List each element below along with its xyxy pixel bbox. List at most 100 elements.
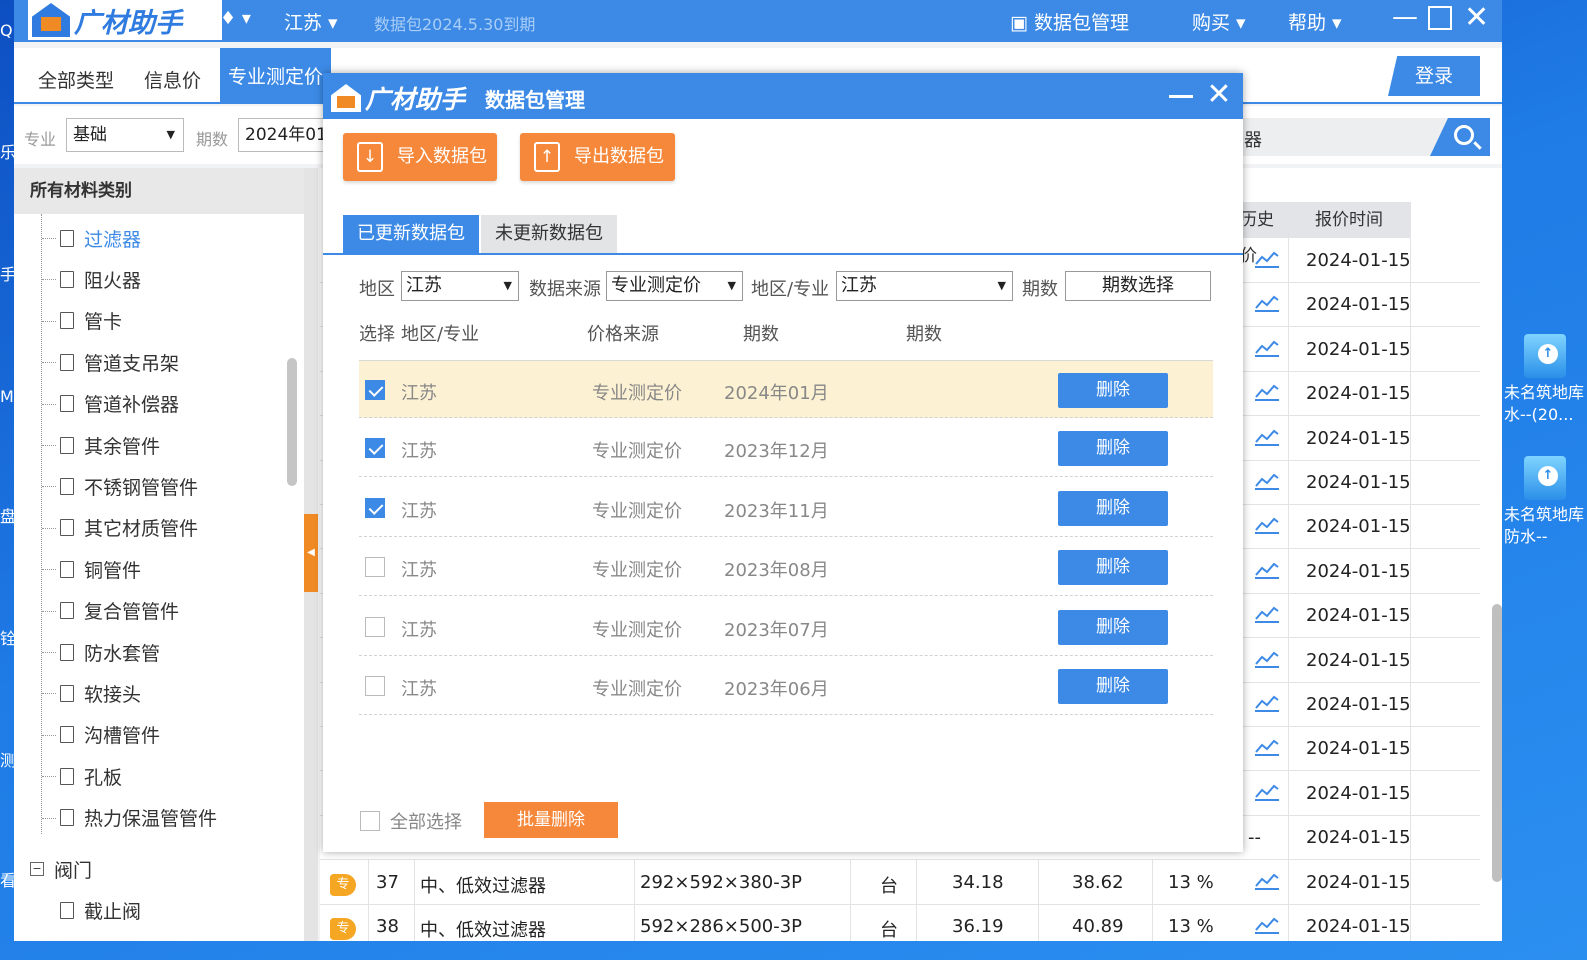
region-select[interactable]: 江苏 ▼ xyxy=(401,271,519,301)
help-menu[interactable]: 帮助 ▾ xyxy=(1288,8,1342,35)
period-select-button[interactable]: 期数选择 xyxy=(1065,271,1211,301)
category-item[interactable]: 过滤器 xyxy=(42,218,141,258)
datapack-row: 江苏 专业测定价 2023年06月 删除 xyxy=(359,657,1213,715)
category-group-valves[interactable]: − 阀门 xyxy=(30,849,92,889)
desktop-shortcut[interactable]: ↑ 未名筑地库 水--(20... xyxy=(1504,334,1584,426)
trend-chart-icon[interactable] xyxy=(1254,650,1280,668)
desktop-edge-text: 铨 xyxy=(0,630,14,648)
trend-chart-icon[interactable] xyxy=(1254,294,1280,313)
col-region-major: 地区/专业 xyxy=(401,324,480,345)
row-checkbox[interactable] xyxy=(365,676,385,696)
row-checkbox[interactable] xyxy=(365,380,385,400)
minimize-icon[interactable]: — xyxy=(1392,2,1418,32)
dialog-close-icon[interactable]: ✕ xyxy=(1205,80,1233,110)
trend-chart-icon[interactable] xyxy=(1254,872,1280,890)
category-item[interactable]: 热力保温管管件 xyxy=(42,798,217,838)
delete-button[interactable]: 删除 xyxy=(1058,490,1168,526)
tab-updated-packs[interactable]: 已更新数据包 xyxy=(343,215,479,253)
trend-chart-icon[interactable] xyxy=(1254,339,1280,357)
maximize-icon[interactable] xyxy=(1428,6,1452,30)
category-item[interactable]: 管道支吊架 xyxy=(42,342,179,382)
sidebar-scrollbar[interactable] xyxy=(287,358,297,486)
export-datapack-button[interactable]: ↑ 导出数据包 xyxy=(520,133,675,181)
tab-not-updated-packs[interactable]: 未更新数据包 xyxy=(481,215,617,253)
category-item[interactable]: 管卡 xyxy=(42,301,122,341)
quote-time-cell: 2024-01-15 xyxy=(1306,427,1411,449)
dialog-minimize-icon[interactable] xyxy=(1169,95,1193,98)
row-checkbox[interactable] xyxy=(365,616,385,637)
category-item[interactable]: 阻火器 xyxy=(42,259,141,299)
category-item[interactable]: 沟槽管件 xyxy=(42,715,160,755)
desktop-edge-text: 乐 xyxy=(0,144,14,162)
delete-button[interactable]: 删除 xyxy=(1058,609,1168,645)
batch-delete-button[interactable]: 批量删除 xyxy=(484,802,618,838)
row-checkbox[interactable] xyxy=(365,438,385,459)
grid-scrollbar[interactable] xyxy=(1492,604,1502,882)
trend-chart-icon[interactable] xyxy=(1254,605,1280,624)
datapack-manage-menu[interactable]: ▣ 数据包管理 xyxy=(1010,8,1129,35)
search-input[interactable]: 器 xyxy=(1240,118,1450,156)
trend-chart-icon[interactable] xyxy=(1254,694,1280,712)
close-icon[interactable]: ✕ xyxy=(1464,0,1489,35)
row-checkbox[interactable] xyxy=(365,497,385,518)
category-item[interactable]: 铜管件 xyxy=(42,549,141,589)
delete-button[interactable]: 删除 xyxy=(1058,373,1168,408)
row-period: 2023年12月 xyxy=(724,441,829,463)
trend-chart-icon[interactable] xyxy=(1254,472,1280,490)
document-icon xyxy=(60,519,74,537)
tab-professional-price[interactable]: 专业测定价 xyxy=(220,48,332,104)
row-source: 专业测定价 xyxy=(592,679,682,700)
trend-chart-icon[interactable] xyxy=(1254,428,1280,446)
quote-time-cell: 2024-01-15 xyxy=(1306,338,1411,360)
category-item[interactable]: 不锈钢管管件 xyxy=(42,466,198,506)
major-select[interactable]: 基础 ▼ xyxy=(66,118,184,152)
region-major-select[interactable]: 江苏 ▼ xyxy=(836,271,1013,301)
row-period: 2023年11月 xyxy=(724,500,829,522)
category-item[interactable]: 孔板 xyxy=(42,756,122,796)
datapack-row: 江苏 专业测定价 2024年01月 删除 xyxy=(359,360,1213,418)
import-datapack-button[interactable]: ↓ 导入数据包 xyxy=(343,133,497,181)
row-period: 2023年06月 xyxy=(724,679,829,700)
category-item[interactable]: 复合管管件 xyxy=(42,591,179,631)
trend-chart-icon[interactable] xyxy=(1254,516,1280,535)
collapse-sidebar-button[interactable]: ◀ xyxy=(304,514,318,592)
col-period-2: 期数 xyxy=(906,324,942,345)
category-item[interactable]: 其余管件 xyxy=(42,425,160,465)
category-item[interactable]: 闸阀 xyxy=(60,932,122,941)
trend-chart-icon[interactable] xyxy=(1254,916,1280,934)
col-period: 期数 xyxy=(743,324,779,345)
quote-time-cell: 2024-01-15 xyxy=(1306,294,1411,316)
quote-time-cell: 2024-01-15 xyxy=(1306,605,1411,627)
period-select[interactable]: 2024年01 xyxy=(238,118,334,152)
trend-chart-icon[interactable] xyxy=(1254,783,1280,801)
category-sidebar: 所有材料类别 过滤器 阻火器 管卡 管道支吊架 管道补偿器 其余管件 不锈钢管管件 其它材质管… xyxy=(14,168,304,941)
vip-diamond-icon[interactable]: ♦ ▾ xyxy=(220,8,251,29)
trend-chart-icon[interactable] xyxy=(1254,561,1280,579)
row-source: 专业测定价 xyxy=(592,383,682,404)
select-all-checkbox[interactable] xyxy=(360,811,380,831)
buy-menu[interactable]: 购买 ▾ xyxy=(1192,8,1246,35)
category-item[interactable]: 截止阀 xyxy=(60,890,141,930)
delete-button[interactable]: 删除 xyxy=(1058,550,1168,586)
tab-info-price[interactable]: 信息价 xyxy=(144,66,201,93)
source-select[interactable]: 专业测定价 ▼ xyxy=(606,271,743,301)
tab-all-types[interactable]: 全部类型 xyxy=(38,66,114,93)
col-price-source: 价格来源 xyxy=(587,324,659,345)
category-item[interactable]: 管道补偿器 xyxy=(42,384,179,424)
row-checkbox[interactable] xyxy=(365,557,385,578)
expiry-notice: 数据包2024.5.30到期 xyxy=(374,15,536,34)
category-item[interactable]: 其它材质管件 xyxy=(42,508,198,548)
document-icon xyxy=(60,643,74,661)
region-dropdown[interactable]: 江苏 ▾ xyxy=(284,8,338,35)
trend-chart-icon[interactable] xyxy=(1254,738,1280,757)
shortcut-label: 水--(20... xyxy=(1504,405,1574,424)
delete-button[interactable]: 删除 xyxy=(1058,431,1168,467)
category-item[interactable]: 防水套管 xyxy=(42,632,160,672)
category-item[interactable]: 软接头 xyxy=(42,673,141,713)
login-button[interactable]: 登录 xyxy=(1388,56,1480,96)
major-label: 专业 xyxy=(24,130,57,149)
delete-button[interactable]: 删除 xyxy=(1058,669,1168,704)
trend-chart-icon[interactable] xyxy=(1254,250,1280,268)
trend-chart-icon[interactable] xyxy=(1254,383,1280,402)
desktop-shortcut[interactable]: ↑ 未名筑地库 防水-- xyxy=(1504,456,1584,548)
